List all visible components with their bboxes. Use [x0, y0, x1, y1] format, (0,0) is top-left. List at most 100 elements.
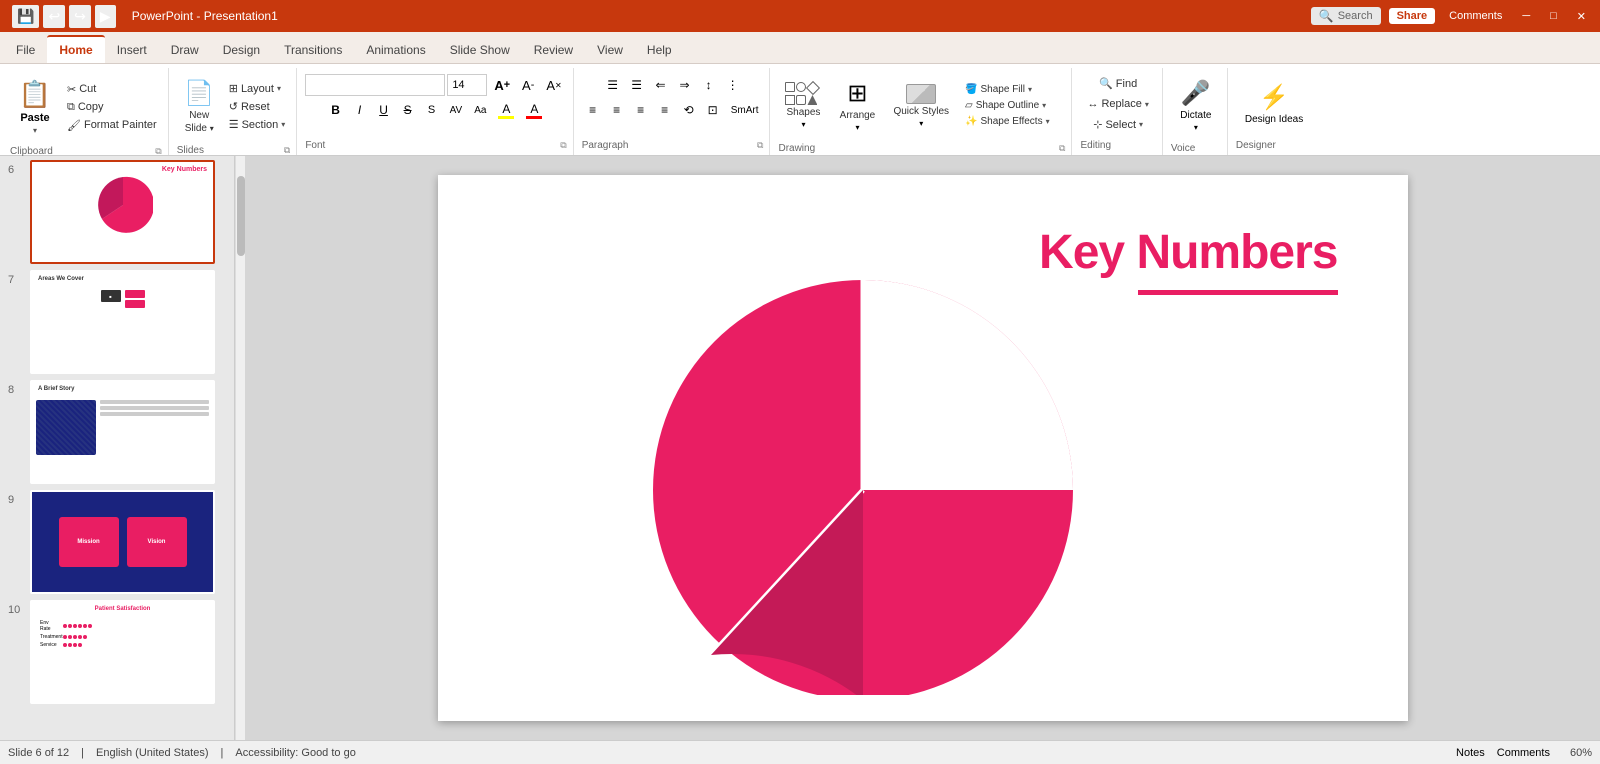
slide-thumb-8[interactable]: A Brief Story: [30, 380, 215, 484]
slide-number-6: 6: [8, 160, 24, 176]
decrease-font-button[interactable]: A-: [517, 74, 539, 96]
underline-button[interactable]: U: [373, 99, 395, 121]
minimize-button[interactable]: ─: [1516, 8, 1536, 24]
tab-transitions[interactable]: Transitions: [272, 37, 354, 63]
tab-draw[interactable]: Draw: [159, 37, 211, 63]
dot: [73, 643, 77, 647]
design-ideas-button[interactable]: ⚡ Design Ideas: [1236, 78, 1312, 130]
new-slide-button[interactable]: 📄 New Slide ▾: [177, 74, 222, 139]
font-name-input[interactable]: [305, 74, 445, 96]
comments-status-button[interactable]: Comments: [1497, 747, 1550, 759]
slide-item-9[interactable]: 9 Mission Vision: [8, 490, 226, 594]
slides-expand-icon[interactable]: ⧉: [284, 145, 290, 156]
reset-button[interactable]: ↺ Reset: [224, 98, 291, 115]
quick-styles-button[interactable]: Quick Styles ▾: [886, 79, 956, 133]
slide-title-underline: [1138, 290, 1338, 295]
pie-chart-container[interactable]: [623, 275, 1103, 698]
tab-slideshow[interactable]: Slide Show: [438, 37, 522, 63]
layout-button[interactable]: ⊞ Layout ▾: [224, 80, 291, 97]
clear-format-button[interactable]: A✕: [541, 74, 566, 96]
slide-8-map-bg: [36, 400, 96, 455]
maximize-button[interactable]: □: [1544, 8, 1563, 24]
columns-button[interactable]: ⋮: [722, 74, 744, 96]
clipboard-content: 📋 Paste ▾ ✂ Cut ⧉ Copy 🖌 Format Painter: [10, 70, 162, 144]
tab-help[interactable]: Help: [635, 37, 684, 63]
decrease-indent-button[interactable]: ⇐: [650, 74, 672, 96]
font-case-button[interactable]: Aa: [469, 99, 491, 121]
slide-panel-scrollbar[interactable]: [235, 156, 245, 740]
slide-thumb-6[interactable]: Key Numbers: [30, 160, 215, 264]
align-right-button[interactable]: ≡: [630, 99, 652, 121]
tab-design[interactable]: Design: [211, 37, 272, 63]
shape-effects-button[interactable]: ✨ Shape Effects ▾: [960, 114, 1055, 129]
copy-button[interactable]: ⧉ Copy: [62, 99, 162, 116]
present-button[interactable]: ▶: [95, 5, 116, 28]
slide-thumb-7[interactable]: Areas We Cover ■: [30, 270, 215, 374]
paragraph-expand-icon[interactable]: ⧉: [757, 140, 763, 151]
shape-fill-button[interactable]: 🪣 Shape Fill ▾: [960, 82, 1055, 97]
cut-button[interactable]: ✂ Cut: [62, 81, 162, 98]
close-button[interactable]: ✕: [1571, 8, 1592, 25]
highlight-color-button[interactable]: A: [493, 99, 519, 121]
undo-button[interactable]: ↩: [43, 5, 65, 28]
font-expand-icon[interactable]: ⧉: [560, 140, 566, 151]
slide-item-10[interactable]: 10 Patient Satisfaction Env Rate: [8, 600, 226, 704]
slide-item-6[interactable]: 6 Key Numbers: [8, 160, 226, 264]
tab-animations[interactable]: Animations: [354, 37, 437, 63]
char-spacing-button[interactable]: AV: [445, 99, 468, 121]
drawing-side: 🪣 Shape Fill ▾ ▱ Shape Outline ▾ ✨ Shape…: [960, 82, 1055, 129]
italic-button[interactable]: I: [349, 99, 371, 121]
tab-file[interactable]: File: [4, 37, 47, 63]
voice-footer: Voice: [1171, 141, 1221, 158]
notes-button[interactable]: Notes: [1456, 747, 1485, 759]
tab-home[interactable]: Home: [47, 35, 104, 63]
slide-item-7[interactable]: 7 Areas We Cover ■: [8, 270, 226, 374]
font-color-button[interactable]: A: [521, 99, 547, 121]
dictate-button[interactable]: 🎤 Dictate ▾: [1171, 74, 1221, 137]
slide-item-8[interactable]: 8 A Brief Story: [8, 380, 226, 484]
section-button[interactable]: ☰ Section ▾: [224, 116, 291, 133]
clipboard-expand-icon[interactable]: ⧉: [155, 146, 161, 157]
increase-font-button[interactable]: A+: [489, 74, 515, 96]
paste-button[interactable]: 📋 Paste ▾: [10, 74, 60, 140]
align-left-button[interactable]: ≡: [582, 99, 604, 121]
find-button[interactable]: 🔍 Find: [1092, 74, 1144, 93]
align-center-button[interactable]: ≡: [606, 99, 628, 121]
text-direction-button[interactable]: ⟲: [678, 99, 700, 121]
drawing-expand-icon[interactable]: ⧉: [1059, 143, 1065, 154]
slide-thumb-9[interactable]: Mission Vision: [30, 490, 215, 594]
drawing-group: Shapes ▾ ⊞ Arrange ▾ Quick Styles ▾ 🪣 Sh…: [772, 68, 1072, 155]
replace-button[interactable]: ↔ Replace ▾: [1080, 95, 1155, 113]
shapes-label: Shapes: [787, 107, 821, 118]
search-icon: 🔍: [1319, 9, 1334, 23]
strikethrough-button[interactable]: S: [397, 99, 419, 121]
shadow-button[interactable]: S: [421, 99, 443, 121]
dot: [73, 624, 77, 628]
align-text-button[interactable]: ⊡: [702, 99, 724, 121]
para-row-2: ≡ ≡ ≡ ≡ ⟲ ⊡ SmArt: [582, 99, 764, 121]
font-size-input[interactable]: [447, 74, 487, 96]
share-button[interactable]: Share: [1389, 8, 1436, 24]
numbered-list-button[interactable]: ☰: [626, 74, 648, 96]
tab-insert[interactable]: Insert: [105, 37, 159, 63]
tab-review[interactable]: Review: [522, 37, 585, 63]
comments-button[interactable]: Comments: [1443, 8, 1508, 24]
search-box[interactable]: 🔍 Search: [1311, 7, 1381, 25]
bullet-list-button[interactable]: ☰: [602, 74, 624, 96]
arrange-button[interactable]: ⊞ Arrange ▾: [832, 74, 882, 137]
shapes-button[interactable]: Shapes ▾: [778, 77, 828, 134]
bold-button[interactable]: B: [325, 99, 347, 121]
redo-button[interactable]: ↪: [69, 5, 91, 28]
justify-button[interactable]: ≡: [654, 99, 676, 121]
line-spacing-button[interactable]: ↕: [698, 74, 720, 96]
increase-indent-button[interactable]: ⇒: [674, 74, 696, 96]
tab-view[interactable]: View: [585, 37, 635, 63]
format-painter-button[interactable]: 🖌 Format Painter: [62, 117, 162, 134]
shape-outline-button[interactable]: ▱ Shape Outline ▾: [960, 98, 1055, 113]
scrollbar-thumb[interactable]: [237, 176, 245, 256]
save-button[interactable]: 💾: [12, 5, 39, 28]
slide-thumb-10[interactable]: Patient Satisfaction Env Rate: [30, 600, 215, 704]
convert-smartart-button[interactable]: SmArt: [726, 99, 764, 121]
slide-canvas[interactable]: Key Numbers: [438, 175, 1408, 721]
select-button[interactable]: ⊹ Select ▾: [1086, 115, 1150, 134]
